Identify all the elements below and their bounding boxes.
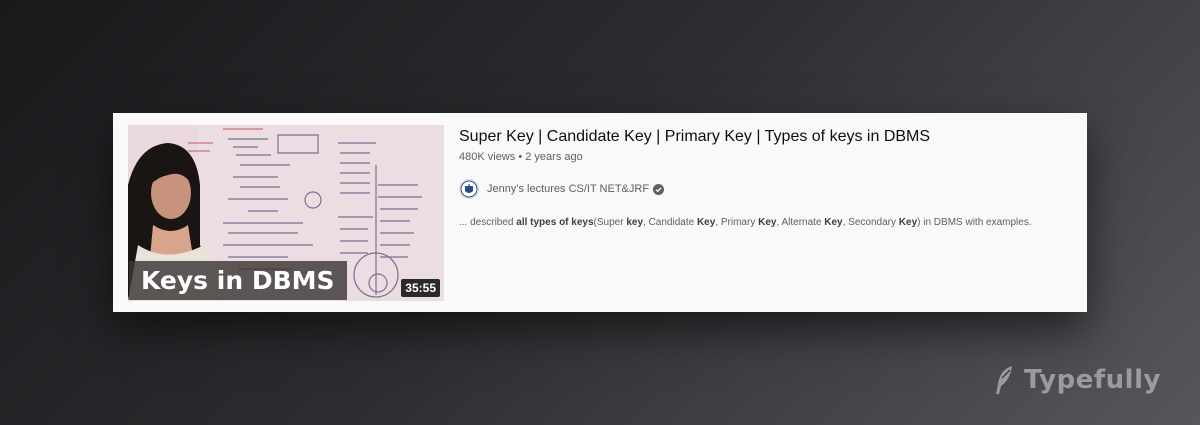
snippet-text: , Primary (715, 217, 759, 228)
meta-separator: • (518, 151, 523, 163)
check-circle-icon (653, 183, 665, 195)
snippet-highlight: all types of keys (516, 217, 594, 228)
snippet-text: (Super (593, 217, 627, 228)
video-title-link[interactable]: Super Key | Candidate Key | Primary Key … (459, 127, 1069, 147)
snippet-highlight: Key (898, 217, 918, 228)
snippet-text: , Alternate (776, 217, 825, 228)
channel-logo-icon[interactable] (459, 179, 479, 199)
snippet-highlight: Key (824, 217, 843, 228)
thumbnail-caption: Keys in DBMS (129, 261, 347, 300)
snippet-text: ) in DBMS with examples. (917, 217, 1032, 228)
quill-icon (996, 366, 1012, 394)
video-metadata: 480K views • 2 years ago (459, 149, 1069, 165)
video-result-card[interactable]: Keys in DBMS 35:55 Super Key | Candidate… (113, 113, 1087, 312)
snippet-text: , Candidate (643, 217, 697, 228)
view-count: 480K views (459, 151, 516, 163)
snippet-text: ... described (459, 217, 517, 228)
video-info: Super Key | Candidate Key | Primary Key … (459, 127, 1069, 230)
brand-name: Typefully (1024, 365, 1161, 395)
snippet-highlight: Key (696, 217, 716, 228)
snippet-highlight: key (626, 217, 644, 228)
description-snippet: ... described all types of keys(Super ke… (459, 216, 1069, 230)
video-thumbnail[interactable]: Keys in DBMS 35:55 (128, 125, 444, 301)
snippet-text: , Secondary (842, 217, 899, 228)
upload-age: 2 years ago (525, 151, 583, 163)
snippet-highlight: Key (758, 217, 777, 228)
channel-row[interactable]: Jenny's lectures CS/IT NET&JRF (459, 179, 1069, 199)
typefully-watermark: Typefully (992, 364, 1161, 396)
channel-name-link[interactable]: Jenny's lectures CS/IT NET&JRF (487, 183, 649, 195)
duration-badge: 35:55 (401, 279, 440, 297)
